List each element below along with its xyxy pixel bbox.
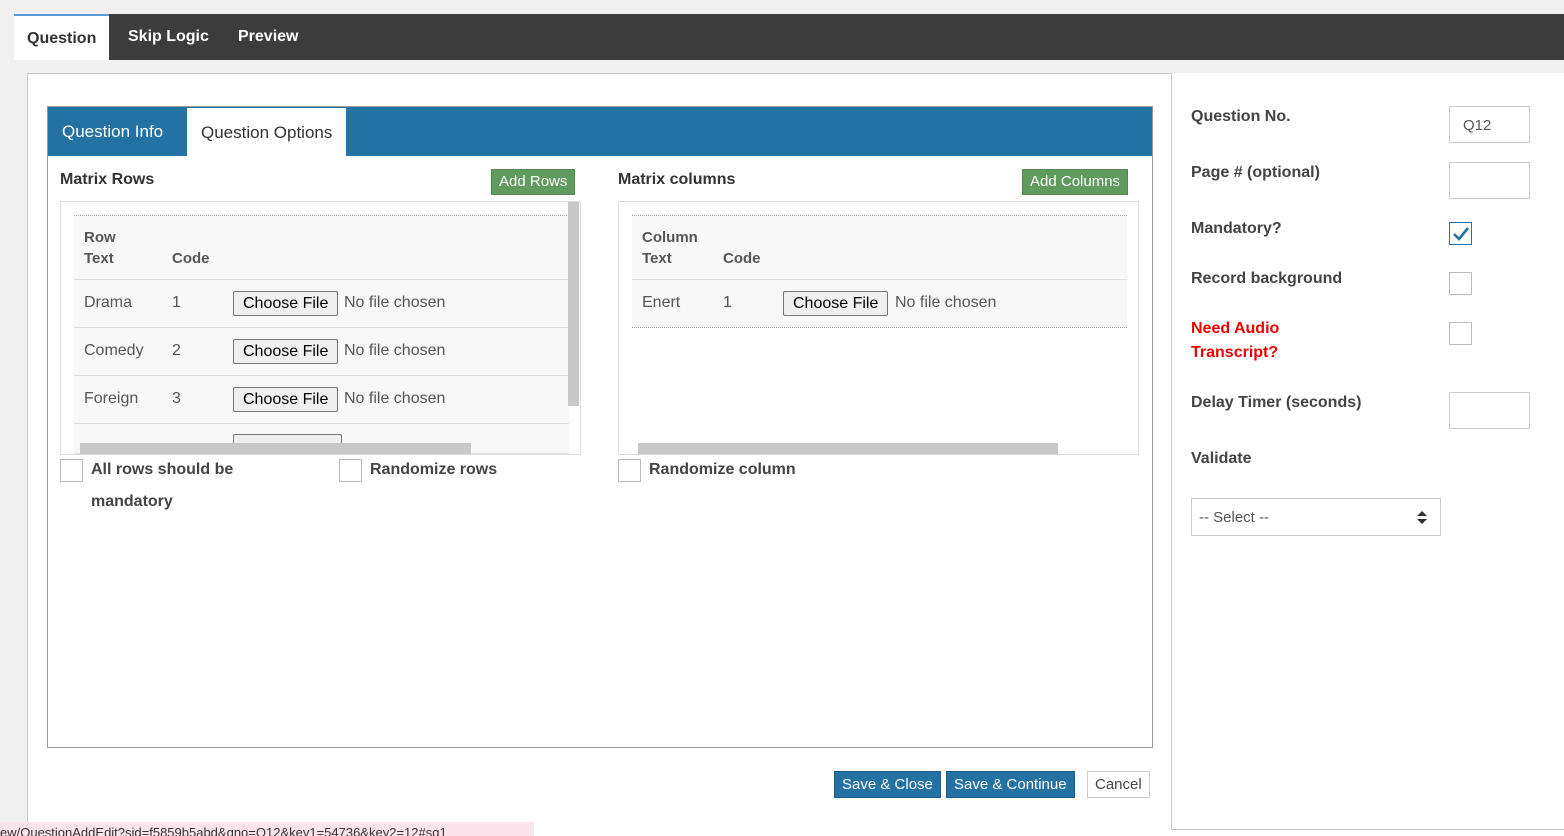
tab-question-info[interactable]: Question Info <box>48 107 177 156</box>
save-continue-button[interactable]: Save & Continue <box>946 771 1075 798</box>
matrix-rows-table: Row Text Code Drama 1 Choose File No fil… <box>74 215 569 454</box>
choose-file-button[interactable]: Choose File <box>233 339 339 364</box>
vertical-scrollbar[interactable] <box>568 202 579 406</box>
matrix-rows-table-container: Row Text Code Drama 1 Choose File No fil… <box>60 201 581 455</box>
cancel-button[interactable]: Cancel <box>1087 771 1150 798</box>
add-columns-button[interactable]: Add Columns <box>1022 169 1129 195</box>
file-status: No file chosen <box>895 294 997 311</box>
validate-select[interactable]: -- Select -- <box>1191 498 1441 536</box>
matrix-rows-title: Matrix Rows <box>60 171 155 188</box>
table-row: Comedy 2 Choose File No file chosen <box>74 328 569 376</box>
audio-transcript-checkbox[interactable] <box>1449 322 1472 345</box>
tab-question-options[interactable]: Question Options <box>187 107 347 157</box>
header-row-text-2: Text <box>84 250 114 267</box>
matrix-columns-table-container: Column Text Code Enert 1 Choose File No … <box>618 201 1139 455</box>
choose-file-button[interactable]: Choose File <box>233 291 339 316</box>
table-row: Drama 1 Choose File No file chosen <box>74 280 569 328</box>
row-text: Foreign <box>84 390 139 407</box>
table-row: Enert 1 Choose File No file chosen <box>632 280 1127 328</box>
matrix-columns-table: Column Text Code Enert 1 Choose File No … <box>632 215 1127 328</box>
audio-transcript-label-1: Need Audio <box>1191 320 1280 337</box>
question-no-input[interactable]: Q12 <box>1449 106 1530 143</box>
validate-select-value: -- Select -- <box>1199 509 1270 526</box>
header-column-text-1: Column <box>642 229 698 246</box>
audio-transcript-label-2: Transcript? <box>1191 344 1279 361</box>
all-rows-mandatory-label-2: mandatory <box>91 493 173 510</box>
table-row: Foreign 3 Choose File No file chosen <box>74 376 569 424</box>
all-rows-mandatory-checkbox[interactable] <box>60 459 83 482</box>
row-text: Comedy <box>84 342 144 359</box>
tab-question[interactable]: Question <box>14 14 110 60</box>
page-number-input[interactable] <box>1449 162 1530 199</box>
question-no-label: Question No. <box>1191 108 1291 125</box>
choose-file-button[interactable]: Choose File <box>233 387 339 412</box>
choose-file-button[interactable]: Choose File <box>783 291 889 316</box>
row-code: 1 <box>172 294 181 311</box>
header-row-text-1: Row <box>84 229 116 246</box>
file-status: No file chosen <box>344 342 446 359</box>
row-code: 3 <box>172 390 181 407</box>
check-icon <box>1453 227 1470 241</box>
save-close-button[interactable]: Save & Close <box>834 771 941 798</box>
tab-preview[interactable]: Preview <box>238 14 298 60</box>
record-background-label: Record background <box>1191 270 1343 287</box>
randomize-column-checkbox[interactable] <box>618 459 641 482</box>
table-header: Row Text Code <box>74 216 569 280</box>
file-status: No file chosen <box>344 294 446 311</box>
randomize-column-label: Randomize column <box>649 461 796 478</box>
select-arrows-icon <box>1417 511 1427 524</box>
mandatory-checkbox[interactable] <box>1449 222 1472 245</box>
tab-skip-logic[interactable]: Skip Logic <box>128 14 209 60</box>
randomize-rows-label: Randomize rows <box>370 461 498 478</box>
header-column-text-2: Text <box>642 250 672 267</box>
header-code: Code <box>172 250 210 267</box>
all-rows-mandatory-label-1: All rows should be <box>91 461 234 478</box>
horizontal-scrollbar[interactable] <box>638 443 1058 454</box>
row-code: 2 <box>172 342 181 359</box>
randomize-rows-checkbox[interactable] <box>339 459 362 482</box>
validate-label: Validate <box>1191 450 1252 467</box>
horizontal-scrollbar[interactable] <box>80 443 471 454</box>
top-tab-bar: Question Skip Logic Preview <box>14 14 1564 60</box>
record-background-checkbox[interactable] <box>1449 272 1472 295</box>
inner-tab-bar: Question Info Question Options <box>48 107 1152 157</box>
header-code: Code <box>723 250 761 267</box>
delay-timer-input[interactable] <box>1449 392 1530 429</box>
file-status: No file chosen <box>344 390 446 407</box>
mandatory-label: Mandatory? <box>1191 220 1282 237</box>
delay-timer-label: Delay Timer (seconds) <box>1191 394 1362 411</box>
row-text: Drama <box>84 294 133 311</box>
add-rows-button[interactable]: Add Rows <box>491 169 576 195</box>
matrix-columns-title: Matrix columns <box>618 171 736 188</box>
column-code: 1 <box>723 294 732 311</box>
column-text: Enert <box>642 294 681 311</box>
page-number-label: Page # (optional) <box>1191 164 1320 181</box>
status-bar-url: ew/QuestionAddEdit?sid=f5859b5abd&qno=Q1… <box>0 822 534 836</box>
table-header: Column Text Code <box>632 216 1127 280</box>
